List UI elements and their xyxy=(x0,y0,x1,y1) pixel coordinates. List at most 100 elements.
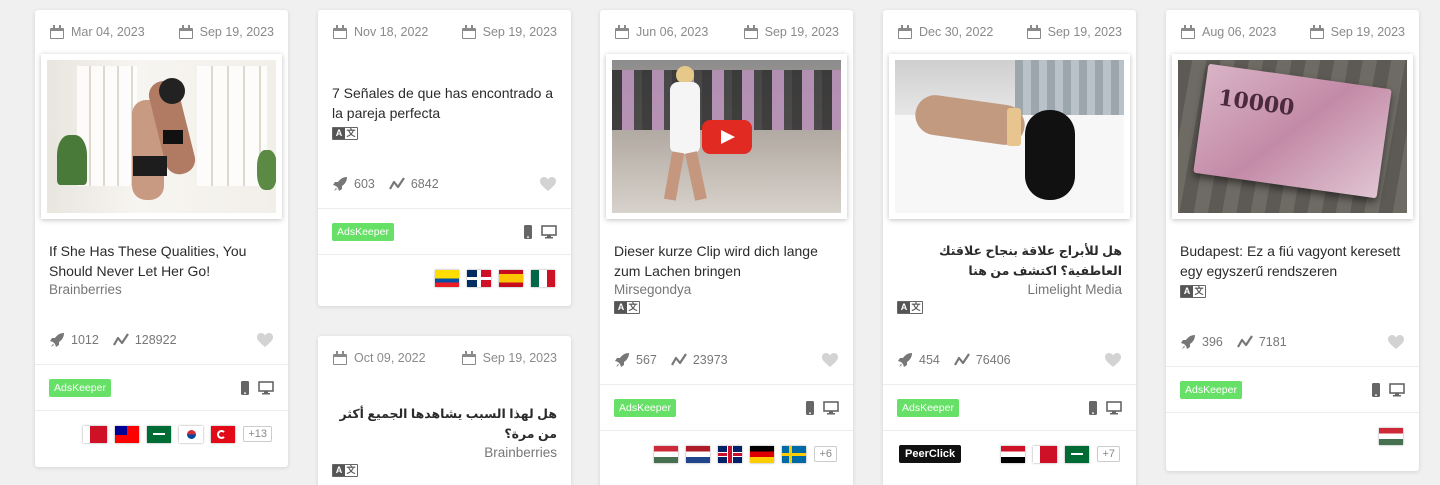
translate-icon: A文 xyxy=(897,301,923,314)
date-created: Aug 06, 2023 xyxy=(1202,25,1277,39)
rocket-count: 454 xyxy=(919,352,940,367)
flag-saudi-arabia-icon xyxy=(1065,445,1090,463)
trend-icon xyxy=(389,176,405,192)
card-title[interactable]: If She Has These Qualities, You Should N… xyxy=(49,241,274,281)
date-updated: Sep 19, 2023 xyxy=(764,25,839,39)
card-stats: 1012 128922 xyxy=(35,315,288,365)
thumbnail-image[interactable]: 10000 xyxy=(1178,60,1407,213)
date-updated: Sep 19, 2023 xyxy=(199,25,274,39)
content-card[interactable]: Nov 18, 2022 Sep 19, 2023 7 Señales de q… xyxy=(318,10,571,306)
network-row: AdsKeeper xyxy=(1166,367,1419,413)
rocket-icon xyxy=(49,332,65,348)
translate-icon: A文 xyxy=(1180,285,1206,298)
content-card[interactable]: Mar 04, 2023 Sep 19, 2023 If She Has The… xyxy=(35,10,288,467)
calendar-icon xyxy=(1026,24,1042,40)
content-card[interactable]: Aug 06, 2023 Sep 19, 2023 10000 Budapest… xyxy=(1166,10,1419,471)
flag-turkey-icon xyxy=(211,425,236,443)
content-card[interactable]: Dec 30, 2022 Sep 19, 2023 هل للأبراج علا… xyxy=(883,10,1136,485)
card-dates: Jun 06, 2023 Sep 19, 2023 xyxy=(600,10,853,54)
geo-flags: +6 xyxy=(600,431,853,477)
heart-icon[interactable] xyxy=(1387,333,1405,351)
date-created: Jun 06, 2023 xyxy=(636,25,709,39)
flag-hungary-icon xyxy=(654,445,679,463)
thumbnail-frame[interactable] xyxy=(889,54,1130,219)
peerclick-badge[interactable]: PeerClick xyxy=(899,445,962,463)
heart-icon[interactable] xyxy=(1104,351,1122,369)
thumbnail-image[interactable] xyxy=(895,60,1124,213)
trend-count: 6842 xyxy=(410,176,439,191)
desktop-icon xyxy=(1389,383,1405,397)
rocket-icon xyxy=(1180,334,1196,350)
rocket-count: 567 xyxy=(636,352,657,367)
calendar-icon xyxy=(49,24,65,40)
content-card[interactable]: Oct 09, 2022 Sep 19, 2023 هل لهذا السبب … xyxy=(318,336,571,485)
content-card[interactable]: Jun 06, 2023 Sep 19, 2023 Dieser kurze C… xyxy=(600,10,853,485)
flag-bahrain-icon xyxy=(1033,445,1058,463)
more-flags-counter[interactable]: +6 xyxy=(814,446,837,462)
flag-spain-icon xyxy=(499,269,523,287)
geo-flags: +13 xyxy=(35,411,288,457)
flag-bahrain-icon xyxy=(83,425,108,443)
date-created: Nov 18, 2022 xyxy=(354,25,429,39)
adskeeper-badge[interactable]: AdsKeeper xyxy=(49,378,111,397)
adskeeper-badge[interactable]: AdsKeeper xyxy=(614,398,676,417)
translate-icon: A文 xyxy=(332,127,358,140)
flag-dominican-republic-icon xyxy=(467,269,491,287)
trend-icon xyxy=(954,352,970,368)
card-title[interactable]: Budapest: Ez a fiú vagyont keresett egy … xyxy=(1180,241,1405,281)
calendar-icon xyxy=(332,350,348,366)
date-updated: Sep 19, 2023 xyxy=(1330,25,1405,39)
play-button[interactable] xyxy=(701,119,752,154)
thumbnail-image[interactable] xyxy=(47,60,276,213)
card-title[interactable]: هل لهذا السبب يشاهدها الجميع أكثر من مرة… xyxy=(332,404,557,444)
more-flags-counter[interactable]: +7 xyxy=(1097,446,1120,462)
thumbnail-frame[interactable] xyxy=(41,54,282,219)
card-title[interactable]: Dieser kurze Clip wird dich lange zum La… xyxy=(614,241,839,281)
geo-flags: PeerClick +7 xyxy=(883,431,1136,477)
calendar-icon xyxy=(332,24,348,40)
translate-icon: A文 xyxy=(332,464,358,477)
video-thumbnail[interactable] xyxy=(612,60,841,213)
card-source: Mirsegondya xyxy=(614,282,692,297)
trend-icon xyxy=(671,352,687,368)
trend-count: 23973 xyxy=(692,352,728,367)
more-flags-counter[interactable]: +13 xyxy=(243,426,272,442)
flag-hungary-icon xyxy=(1379,427,1403,445)
mobile-icon xyxy=(1088,401,1098,415)
card-dates: Mar 04, 2023 Sep 19, 2023 xyxy=(35,10,288,54)
rocket-icon xyxy=(897,352,913,368)
date-updated: Sep 19, 2023 xyxy=(482,351,557,365)
card-title[interactable]: هل للأبراج علاقة بنجاح علاقتك العاطفية؟ … xyxy=(897,241,1122,281)
adskeeper-badge[interactable]: AdsKeeper xyxy=(332,222,394,241)
card-title[interactable]: 7 Señales de que has encontrado a la par… xyxy=(332,83,557,123)
card-stats: 567 23973 xyxy=(600,335,853,385)
adskeeper-badge[interactable]: AdsKeeper xyxy=(897,398,959,417)
trend-icon xyxy=(1237,334,1253,350)
trend-count: 128922 xyxy=(134,332,177,347)
card-source: Brainberries xyxy=(484,445,557,460)
calendar-icon xyxy=(1180,24,1196,40)
card-stats: 396 7181 xyxy=(1166,317,1419,367)
geo-flags xyxy=(318,255,571,301)
thumbnail-frame[interactable] xyxy=(606,54,847,219)
rocket-count: 1012 xyxy=(71,332,99,347)
card-stats: 454 76406 xyxy=(883,335,1136,385)
network-row: AdsKeeper xyxy=(600,385,853,431)
desktop-icon xyxy=(823,401,839,415)
mobile-icon xyxy=(523,225,533,239)
heart-icon[interactable] xyxy=(256,331,274,349)
date-updated: Sep 19, 2023 xyxy=(482,25,557,39)
rocket-count: 603 xyxy=(354,176,375,191)
desktop-icon xyxy=(1106,401,1122,415)
flag-taiwan-icon xyxy=(115,425,140,443)
network-row: AdsKeeper xyxy=(318,209,571,255)
heart-icon[interactable] xyxy=(821,351,839,369)
desktop-icon xyxy=(258,381,274,395)
thumbnail-frame[interactable]: 10000 xyxy=(1172,54,1413,219)
heart-icon[interactable] xyxy=(539,175,557,193)
trend-icon xyxy=(113,332,129,348)
rocket-icon xyxy=(332,176,348,192)
flag-sweden-icon xyxy=(782,445,807,463)
rocket-count: 396 xyxy=(1202,334,1223,349)
adskeeper-badge[interactable]: AdsKeeper xyxy=(1180,380,1242,399)
